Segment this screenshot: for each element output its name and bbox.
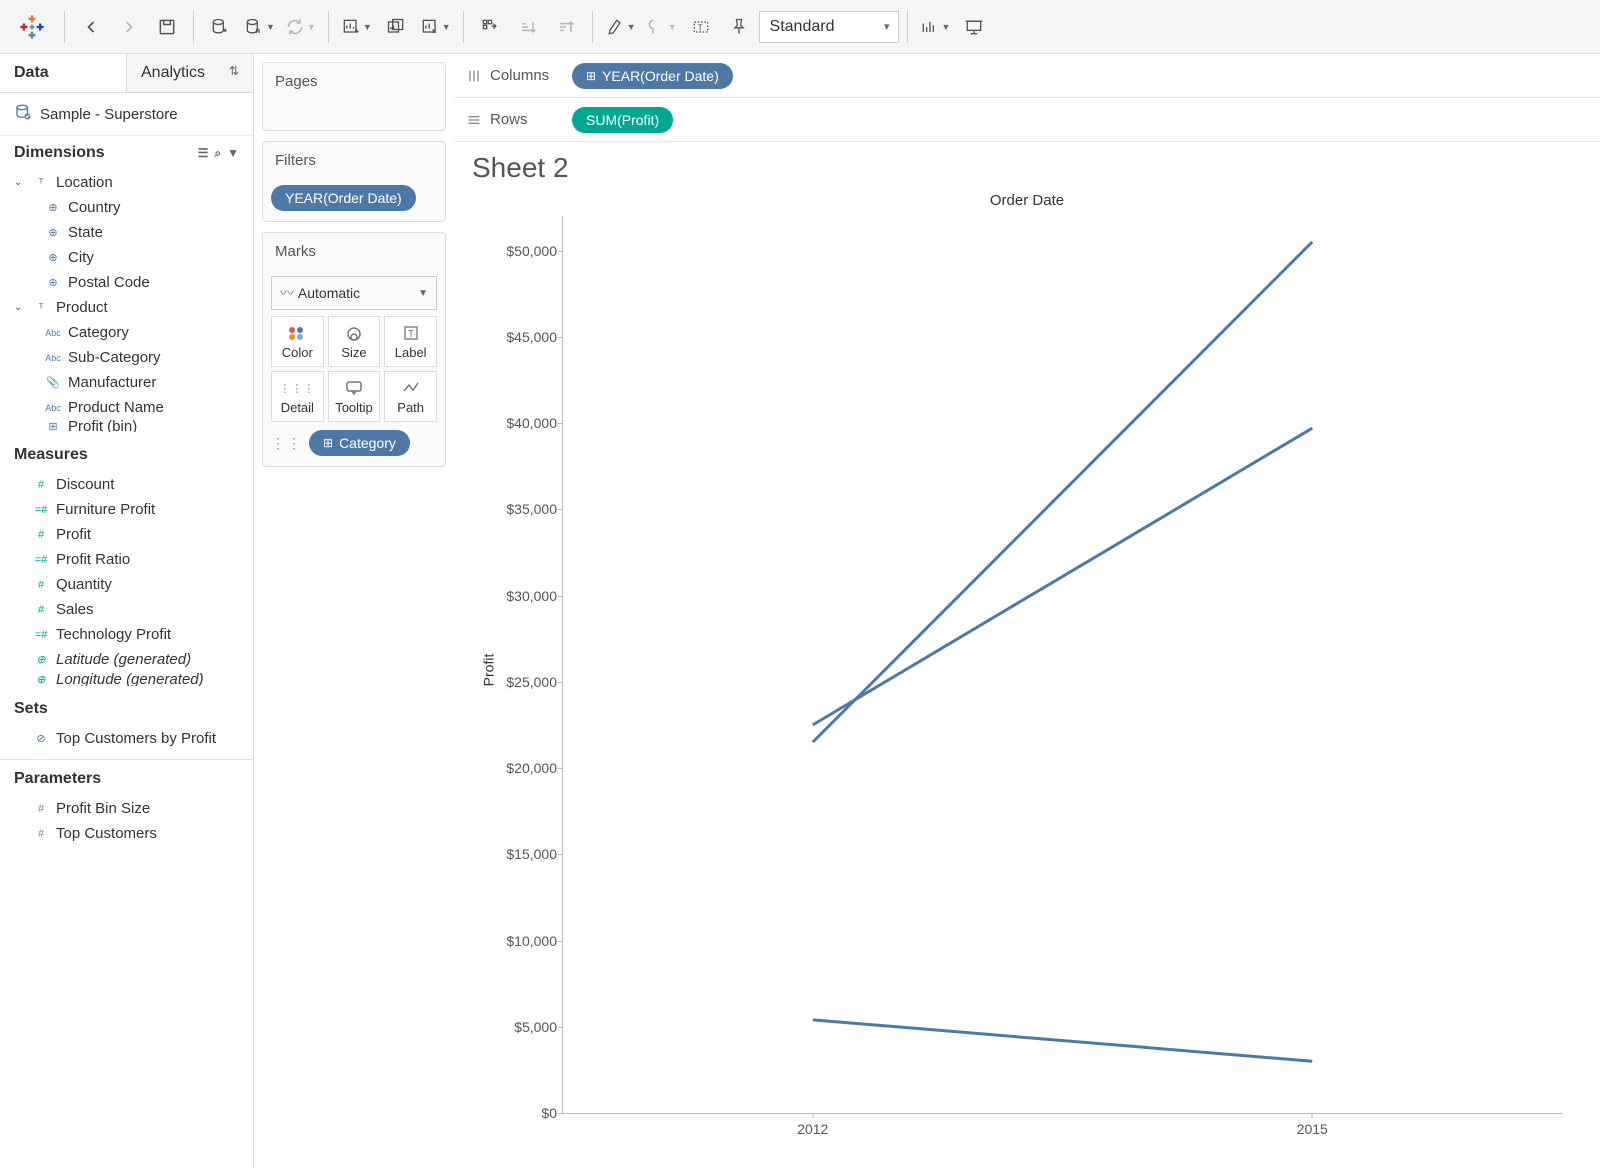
dim-city[interactable]: ⊕City	[0, 245, 253, 270]
meas-tech-profit[interactable]: =#Technology Profit	[0, 622, 253, 647]
dimensions-header: Dimensions	[14, 144, 105, 162]
group-button[interactable]: ▼	[642, 9, 681, 45]
measures-tree: #Discount =#Furniture Profit #Profit =#P…	[0, 470, 253, 692]
new-worksheet-button[interactable]: ▼	[337, 9, 376, 45]
meas-longitude[interactable]: ⊕Longitude (generated)	[0, 672, 253, 686]
measures-header: Measures	[14, 446, 88, 464]
swap-button[interactable]	[472, 9, 508, 45]
sheet-title[interactable]: Sheet 2	[472, 152, 1582, 184]
y-tick-label: $15,000	[489, 846, 557, 862]
dim-postal[interactable]: ⊕Postal Code	[0, 270, 253, 295]
cards-pane: Pages Filters YEAR(Order Date) Marks 〰 A…	[254, 54, 454, 1168]
forward-button[interactable]	[111, 9, 147, 45]
main-toolbar: ▼ ▼ ▼ ▼ ▼ ▼ T Standard ▼	[0, 0, 1600, 54]
dim-group-location[interactable]: ⌄ᵀLocation	[0, 170, 253, 195]
marks-color[interactable]: Color	[271, 316, 324, 367]
marks-size[interactable]: Size	[328, 316, 381, 367]
presentation-button[interactable]	[956, 9, 992, 45]
columns-shelf[interactable]: Columns ⊞YEAR(Order Date)	[454, 54, 1600, 98]
dimensions-tree: ⌄ᵀLocation ⊕Country ⊕State ⊕City ⊕Postal…	[0, 168, 253, 438]
sets-tree: ⊘Top Customers by Profit	[0, 724, 253, 757]
x-axis-title: Order Date	[472, 192, 1582, 209]
svg-text:T: T	[408, 329, 414, 340]
pin-button[interactable]	[721, 9, 757, 45]
meas-discount[interactable]: #Discount	[0, 472, 253, 497]
rows-pill-profit[interactable]: SUM(Profit)	[572, 107, 673, 133]
sort-asc-button[interactable]	[510, 9, 546, 45]
y-tick-label: $50,000	[489, 243, 557, 259]
pages-shelf[interactable]: Pages	[262, 62, 446, 131]
show-labels-button[interactable]: T	[683, 9, 719, 45]
dim-productname[interactable]: AbcProduct Name	[0, 395, 253, 420]
datasource-item[interactable]: Sample - Superstore	[0, 93, 253, 136]
clear-sheet-button[interactable]: ▼	[416, 9, 455, 45]
marks-tooltip[interactable]: Tooltip	[328, 371, 381, 422]
marks-type-dropdown[interactable]: 〰 Automatic▼	[271, 276, 437, 310]
dim-country[interactable]: ⊕Country	[0, 195, 253, 220]
params-tree: #Profit Bin Size #Top Customers	[0, 794, 253, 852]
dim-profitbin[interactable]: ⊞Profit (bin)	[0, 420, 253, 432]
meas-sales[interactable]: #Sales	[0, 597, 253, 622]
columns-pill-year[interactable]: ⊞YEAR(Order Date)	[572, 63, 733, 89]
marks-path[interactable]: Path	[384, 371, 437, 422]
tableau-logo-icon	[18, 13, 46, 41]
save-button[interactable]	[149, 9, 185, 45]
y-tick-label: $25,000	[489, 674, 557, 690]
rows-shelf[interactable]: Rows SUM(Profit)	[454, 98, 1600, 142]
data-pane: Data Analytics⇅ Sample - Superstore Dime…	[0, 54, 254, 1168]
sort-desc-button[interactable]	[548, 9, 584, 45]
param-profit-bin[interactable]: #Profit Bin Size	[0, 796, 253, 821]
y-tick-label: $35,000	[489, 501, 557, 517]
param-top-customers[interactable]: #Top Customers	[0, 821, 253, 846]
meas-latitude[interactable]: ⊕Latitude (generated)	[0, 647, 253, 672]
datasource-label: Sample - Superstore	[40, 106, 178, 123]
datasource-icon	[14, 103, 32, 125]
highlight-button[interactable]: ▼	[601, 9, 640, 45]
refresh-button[interactable]: ▼	[281, 9, 320, 45]
view-list-icon[interactable]: ☰	[198, 146, 209, 161]
meas-quantity[interactable]: #Quantity	[0, 572, 253, 597]
dim-manufacturer[interactable]: 📎Manufacturer	[0, 370, 253, 395]
x-tick-label: 2012	[797, 1121, 828, 1137]
y-tick-label: $40,000	[489, 415, 557, 431]
dim-state[interactable]: ⊕State	[0, 220, 253, 245]
y-tick-label: $45,000	[489, 329, 557, 345]
parameters-header: Parameters	[14, 770, 101, 788]
marks-pill-category[interactable]: ⊞Category	[309, 430, 410, 456]
dim-group-product[interactable]: ⌄ᵀProduct	[0, 295, 253, 320]
y-tick-label: $20,000	[489, 760, 557, 776]
x-tick-label: 2015	[1297, 1121, 1328, 1137]
y-tick-label: $0	[489, 1105, 557, 1121]
meas-profit[interactable]: #Profit	[0, 522, 253, 547]
marks-label[interactable]: TLabel	[384, 316, 437, 367]
pause-updates-button[interactable]: ▼	[240, 9, 279, 45]
meas-profit-ratio[interactable]: =#Profit Ratio	[0, 547, 253, 572]
show-me-button[interactable]: ▼	[916, 9, 955, 45]
sets-header: Sets	[14, 700, 48, 718]
set-top-customers[interactable]: ⊘Top Customers by Profit	[0, 726, 253, 751]
marks-shelf: Marks 〰 Automatic▼ Color Size TLabel ⋮⋮⋮…	[262, 232, 446, 467]
fit-dropdown[interactable]: Standard	[759, 11, 899, 43]
filters-shelf[interactable]: Filters YEAR(Order Date)	[262, 141, 446, 222]
dim-category[interactable]: AbcCategory	[0, 320, 253, 345]
y-tick-label: $30,000	[489, 588, 557, 604]
menu-icon[interactable]: ▼	[227, 146, 239, 161]
meas-furniture-profit[interactable]: =#Furniture Profit	[0, 497, 253, 522]
viz-pane: Columns ⊞YEAR(Order Date) Rows SUM(Profi…	[454, 54, 1600, 1168]
svg-text:T: T	[697, 22, 702, 32]
tab-analytics[interactable]: Analytics⇅	[126, 54, 253, 92]
new-datasource-button[interactable]	[202, 9, 238, 45]
tab-data[interactable]: Data	[0, 54, 126, 92]
dim-subcategory[interactable]: AbcSub-Category	[0, 345, 253, 370]
y-tick-label: $5,000	[489, 1019, 557, 1035]
duplicate-sheet-button[interactable]	[378, 9, 414, 45]
filter-pill-year[interactable]: YEAR(Order Date)	[271, 185, 416, 211]
back-button[interactable]	[73, 9, 109, 45]
y-tick-label: $10,000	[489, 933, 557, 949]
detail-drop-icon: ⋮⋮	[271, 435, 303, 452]
search-icon[interactable]: ⌕	[214, 146, 221, 161]
chart[interactable]: Order Date Profit $0$5,000$10,000$15,000…	[472, 192, 1582, 1148]
marks-detail[interactable]: ⋮⋮⋮Detail	[271, 371, 324, 422]
